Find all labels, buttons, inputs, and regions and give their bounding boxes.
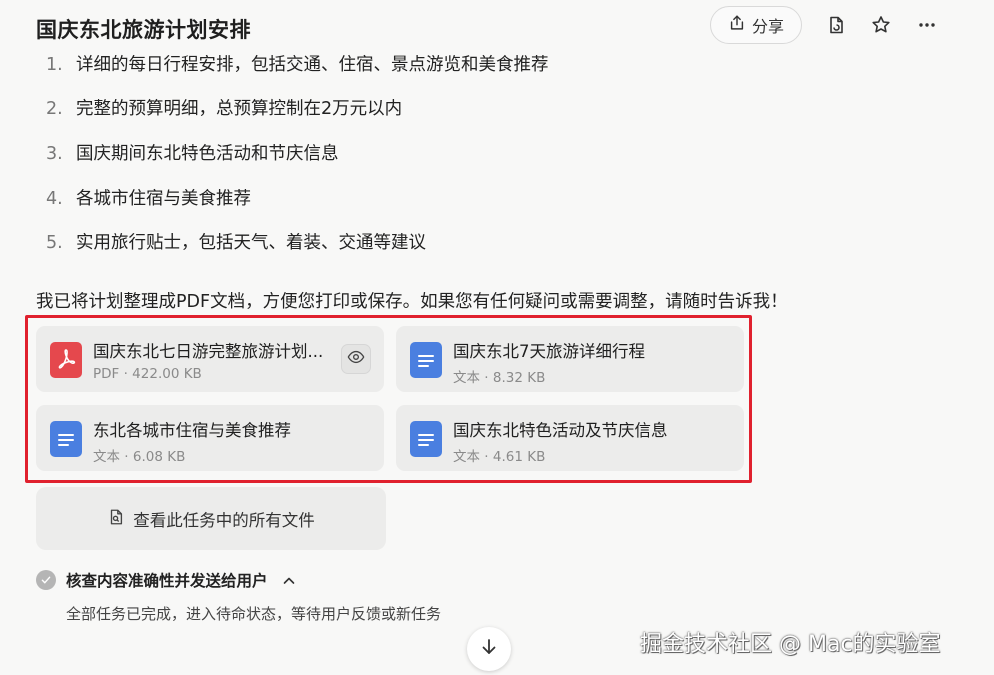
check-circle-icon [36,570,56,590]
share-icon [728,14,746,36]
file-search-icon [107,508,125,530]
list-text: 完整的预算明细，总预算控制在2万元以内 [76,99,403,119]
list-number: 3. [46,144,63,164]
task-step-label: 核查内容准确性并发送给用户 [66,572,268,590]
list-item: 5. 实用旅行贴士，包括天气、着装、交通等建议 [46,229,426,257]
watermark: 掘金技术社区 @ Mac的实验室 [640,632,941,657]
highlight-frame [25,315,752,483]
list-number: 1. [46,55,63,75]
arrow-down-icon [479,637,499,661]
list-item: 2. 完整的预算明细，总预算控制在2万元以内 [46,95,402,123]
list-number: 2. [46,99,63,119]
share-label: 分享 [751,17,784,36]
list-text: 详细的每日行程安排，包括交通、住宿、景点游览和美食推荐 [76,55,549,75]
summary-text: 我已将计划整理成PDF文档，方便您打印或保存。如果您有任何疑问或需要调整，请随时… [36,292,788,312]
list-text: 国庆期间东北特色活动和节庆信息 [76,144,339,164]
list-number: 4. [46,189,63,209]
share-button[interactable]: 分享 [710,6,802,44]
scroll-down-button[interactable] [467,627,511,671]
list-number: 5. [46,233,63,253]
star-icon[interactable] [870,14,892,36]
task-step-description: 全部任务已完成，进入待命状态，等待用户反馈或新任务 [66,605,442,623]
more-icon[interactable] [916,14,938,36]
list-text: 各城市住宿与美食推荐 [76,189,251,209]
list-item: 3. 国庆期间东北特色活动和节庆信息 [46,140,339,168]
file-sync-icon[interactable] [825,14,847,36]
view-all-files-label: 查看此任务中的所有文件 [133,510,315,530]
list-item: 4. 各城市住宿与美食推荐 [46,185,251,213]
page-title: 国庆东北旅游计划安排 [36,18,251,42]
list-item: 1. 详细的每日行程安排，包括交通、住宿、景点游览和美食推荐 [46,51,549,79]
task-step-header[interactable]: 核查内容准确性并发送给用户 [36,568,296,592]
view-all-files-button[interactable]: 查看此任务中的所有文件 [36,487,386,550]
list-text: 实用旅行贴士，包括天气、着装、交通等建议 [76,233,426,253]
page: 国庆东北旅游计划安排 分享 1. 详细的每日行程安排，包括交通、住宿、景点游览和… [0,0,994,675]
header: 国庆东北旅游计划安排 分享 [36,6,970,46]
chevron-up-icon[interactable] [282,573,296,587]
